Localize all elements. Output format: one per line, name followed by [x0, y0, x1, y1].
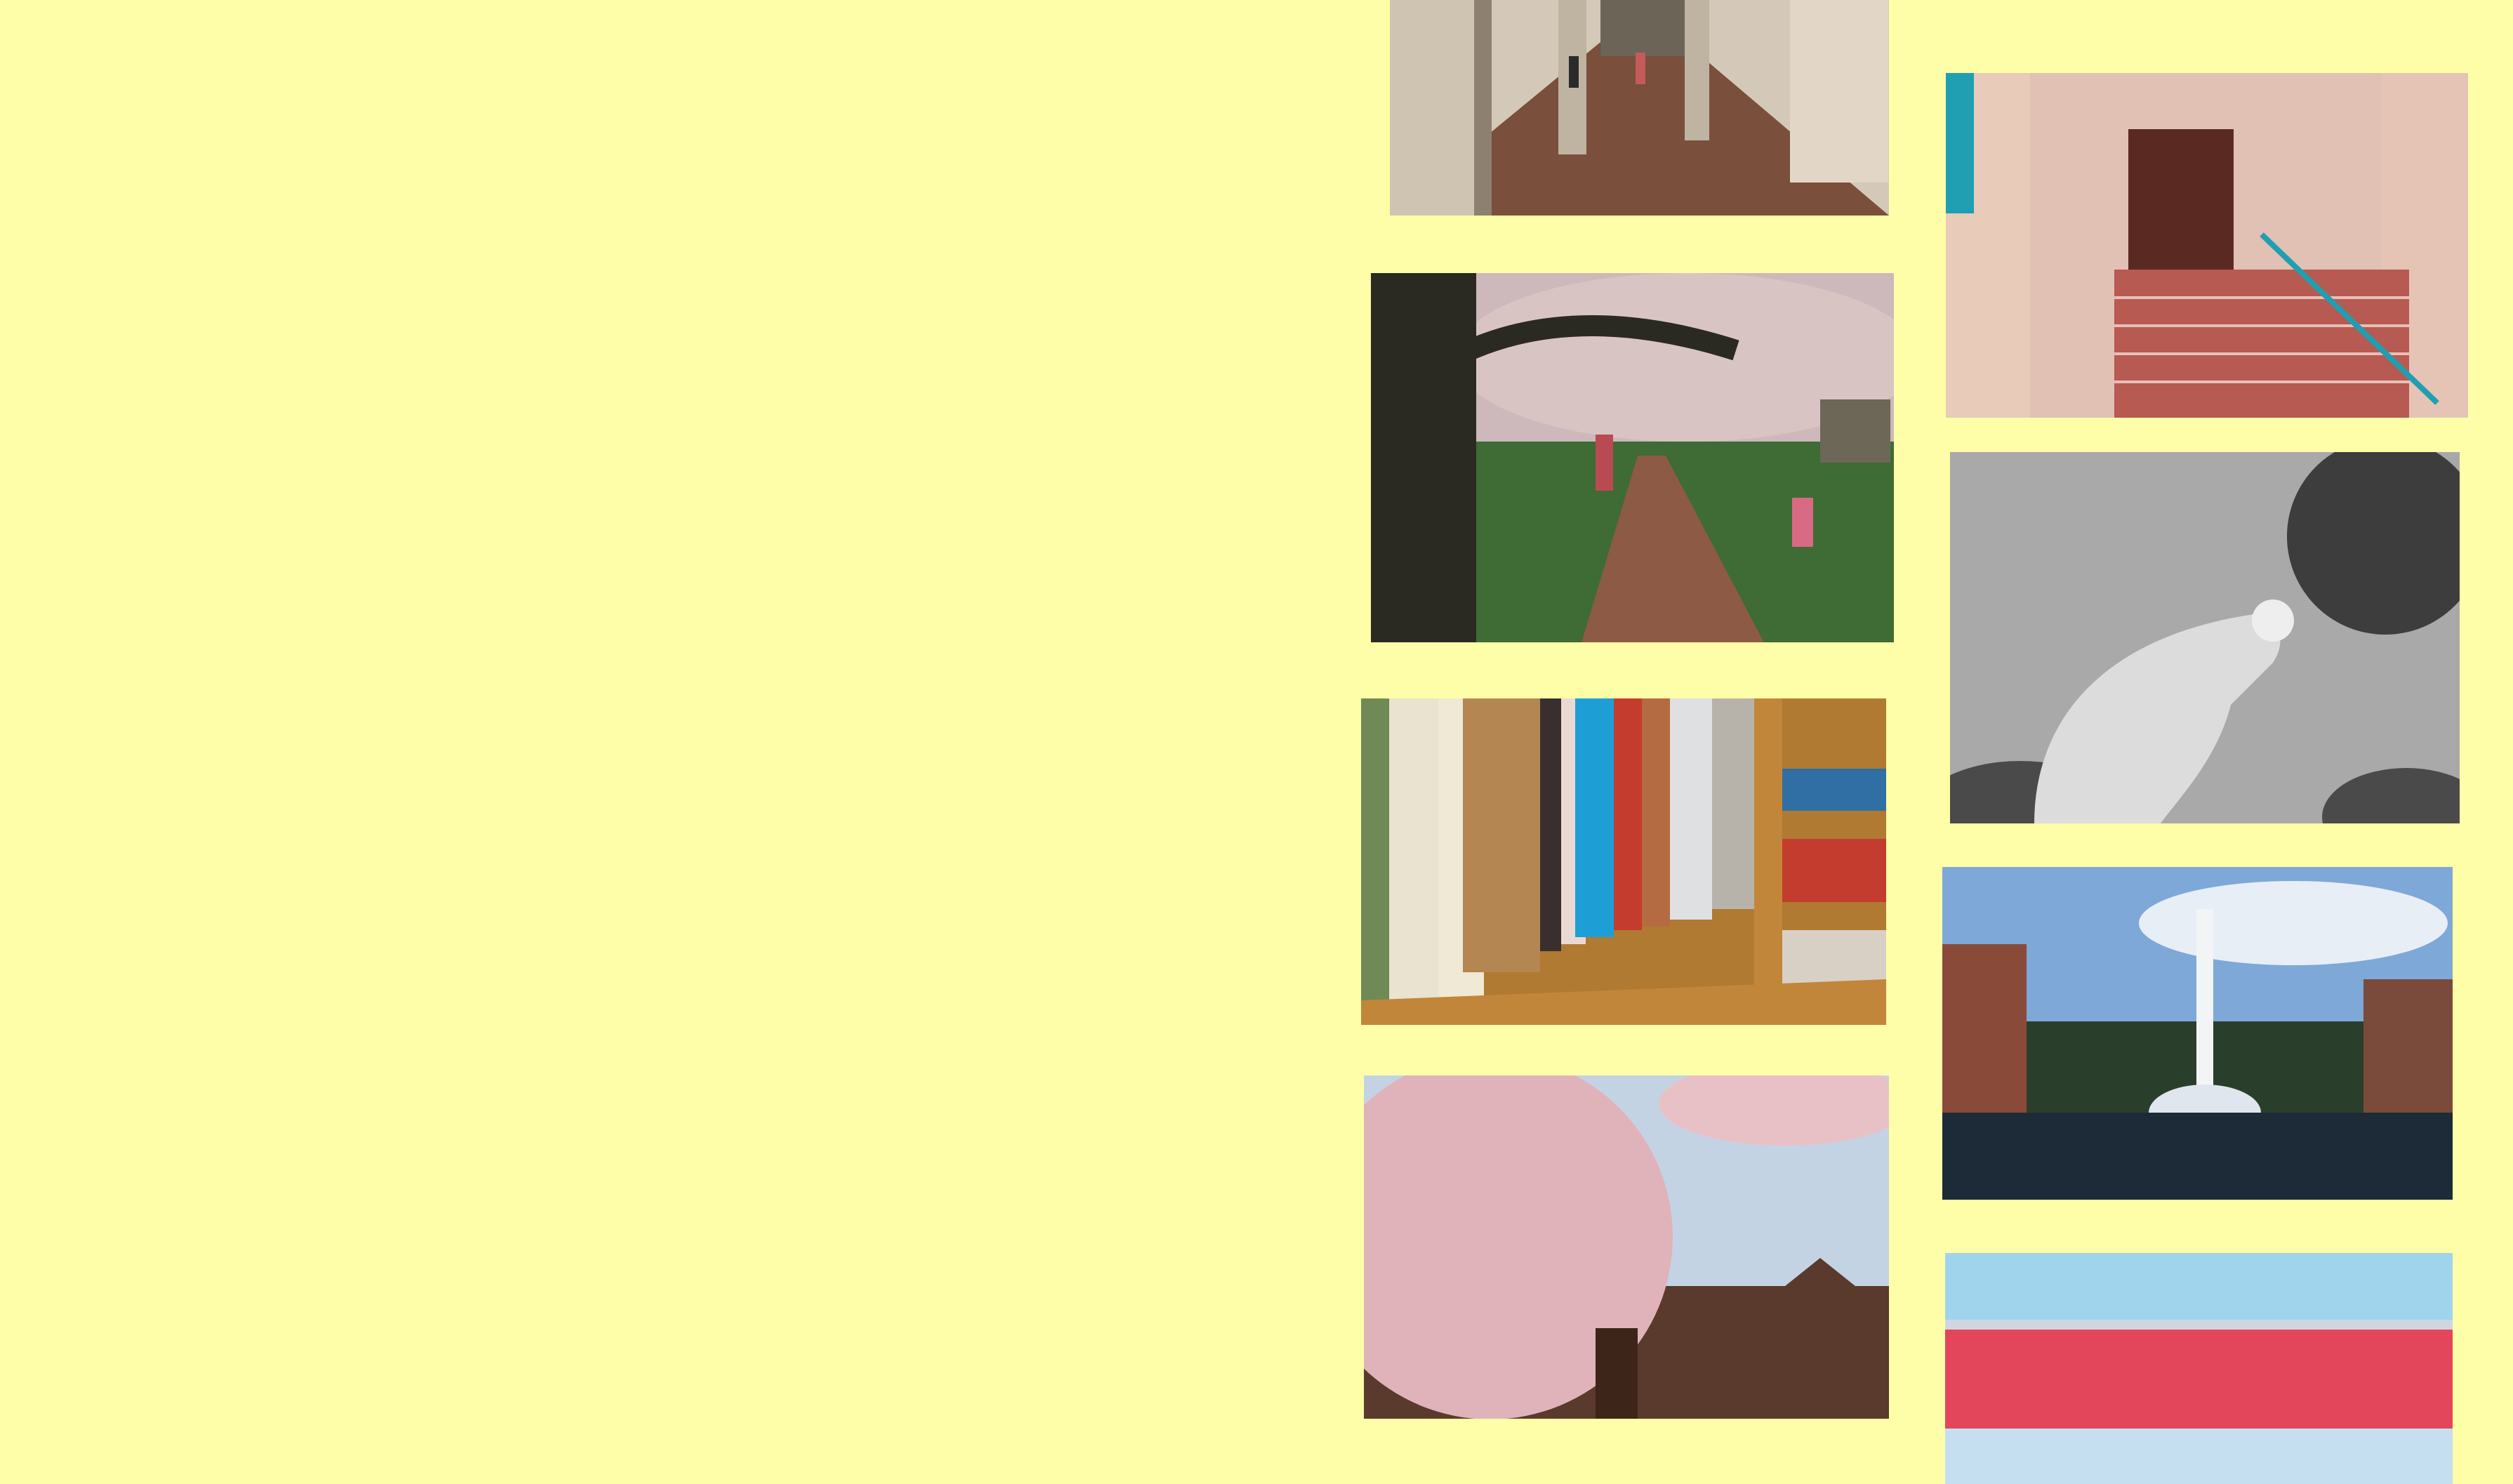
vending-machine-photo[interactable]: [1945, 1253, 2453, 1484]
entrance-stairs-photo[interactable]: [1946, 73, 2468, 418]
hand-with-blossom-photo[interactable]: [1950, 452, 2460, 823]
fountain-photo[interactable]: [1942, 867, 2453, 1200]
blossom-building-photo[interactable]: [1364, 1075, 1889, 1419]
bookshelf-photo[interactable]: [1361, 698, 1886, 1025]
colonnade-photo[interactable]: [1390, 0, 1889, 216]
cherry-blossom-path-photo[interactable]: [1371, 273, 1894, 642]
